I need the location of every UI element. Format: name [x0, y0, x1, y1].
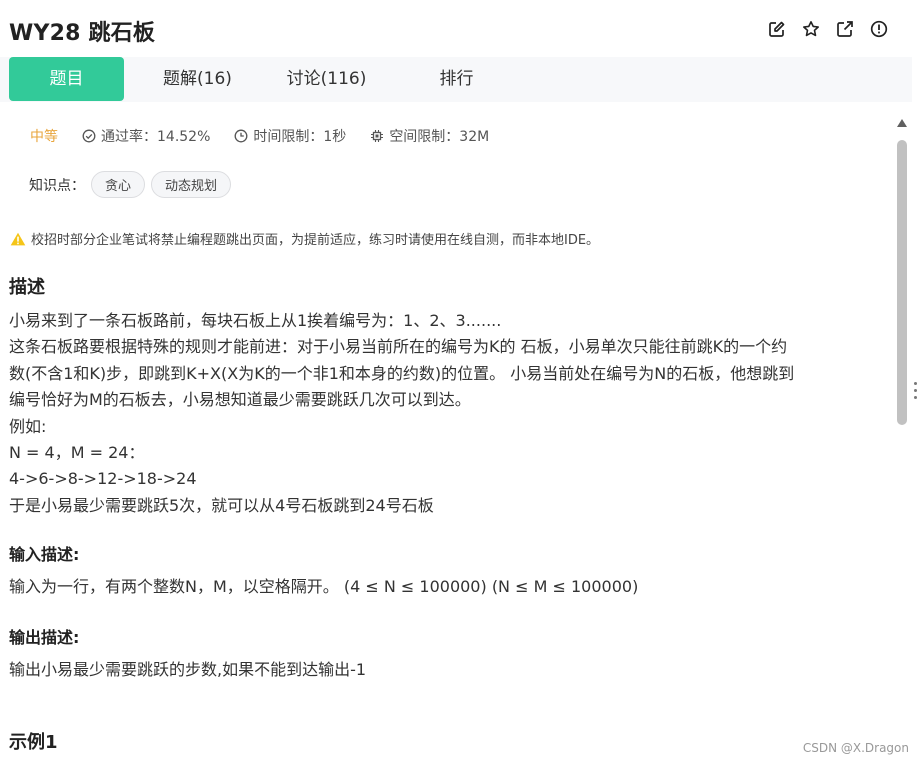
input-text: 输入为一行，有两个整数N，M，以空格隔开。 (4 ≤ N ≤ 100000) (… — [9, 577, 639, 596]
edit-icon[interactable] — [768, 20, 786, 38]
problem-header: WY28 跳石板 — [0, 0, 912, 58]
chip-icon — [371, 130, 384, 142]
tab-bar: 题目 题解(16) 讨论(116) 排行 — [0, 57, 912, 102]
tab-ranking[interactable]: 排行 — [399, 57, 514, 101]
tab-solutions[interactable]: 题解(16) — [140, 57, 255, 101]
tab-problem[interactable]: 题目 — [9, 57, 124, 101]
report-icon[interactable] — [870, 20, 888, 38]
star-icon[interactable] — [802, 20, 820, 38]
header-actions — [768, 20, 888, 38]
check-circle-icon — [82, 129, 96, 143]
vertical-scrollbar[interactable] — [893, 114, 911, 766]
input-description: 输入为一行，有两个整数N，M，以空格隔开。 (4 ≤ N ≤ 100000) (… — [9, 574, 879, 600]
pass-rate: 通过率：14.52% — [82, 126, 210, 146]
description-line: 小易来到了一条石板路前，每块石板上从1挨着编号为：1、2、3....... — [9, 311, 502, 330]
description-line: 于是小易最少需要跳跃5次，就可以从4号石板跳到24号石板 — [9, 495, 434, 515]
example-heading: 示例1 — [9, 732, 58, 753]
share-icon[interactable] — [836, 20, 854, 38]
warning-icon — [10, 232, 26, 245]
watermark: CSDN @X.Dragon — [802, 741, 909, 755]
difficulty-badge: 中等 — [30, 129, 58, 145]
description-line: 编号恰好为M的石板去，小易想知道最少需要跳跃几次可以到达。 — [9, 390, 471, 410]
tag-greedy[interactable]: 贪心 — [91, 171, 146, 198]
notice-text: 校招时部分企业笔试将禁止编程题跳出页面，为提前适应，练习时请使用在线自测，而非本… — [31, 233, 600, 248]
description-line: 数(不含1和K)步，即跳到K+X(X为K的一个非1和本身的约数)的位置。 小易当… — [9, 363, 795, 383]
description-body: 小易来到了一条石板路前，每块石板上从1挨着编号为：1、2、3....... 这条… — [9, 308, 879, 519]
clock-icon — [234, 129, 248, 143]
input-heading: 输入描述: — [9, 545, 80, 564]
description-line: N = 4，M = 24： — [9, 443, 145, 463]
description-line: 4->6->8->12->18->24 — [9, 469, 197, 489]
tag-dynamic-programming[interactable]: 动态规划 — [151, 171, 232, 198]
output-description: 输出小易最少需要跳跃的步数,如果不能到达输出-1 — [9, 657, 879, 683]
exam-notice: 校招时部分企业笔试将禁止编程题跳出页面，为提前适应，练习时请使用在线自测，而非本… — [10, 229, 599, 248]
description-line: 这条石板路要根据特殊的规则才能前进：对于小易当前所在的编号为K的 石板，小易单次… — [9, 337, 788, 357]
time-limit: 时间限制：1秒 — [234, 126, 346, 146]
knowledge-points: 知识点： 贪心 动态规划 — [29, 171, 232, 198]
problem-meta: 中等 通过率：14.52% 时间限制：1秒 空间限制：32M — [30, 126, 513, 146]
pass-rate-text: 通过率：14.52% — [101, 129, 211, 145]
more-options-icon[interactable] — [914, 382, 918, 402]
space-limit-text: 空间限制：32M — [389, 129, 490, 145]
knowledge-label: 知识点： — [29, 177, 85, 194]
scroll-up-arrow[interactable] — [897, 119, 907, 127]
description-heading: 描述 — [9, 277, 45, 298]
output-heading: 输出描述: — [9, 628, 80, 647]
problem-title: WY28 跳石板 — [9, 21, 156, 46]
space-limit: 空间限制：32M — [370, 126, 489, 146]
description-line: 例如: — [9, 416, 47, 436]
time-limit-text: 时间限制：1秒 — [253, 129, 347, 145]
tab-discussion[interactable]: 讨论(116) — [269, 57, 384, 101]
scroll-thumb[interactable] — [897, 140, 907, 425]
output-text: 输出小易最少需要跳跃的步数,如果不能到达输出-1 — [9, 660, 367, 679]
